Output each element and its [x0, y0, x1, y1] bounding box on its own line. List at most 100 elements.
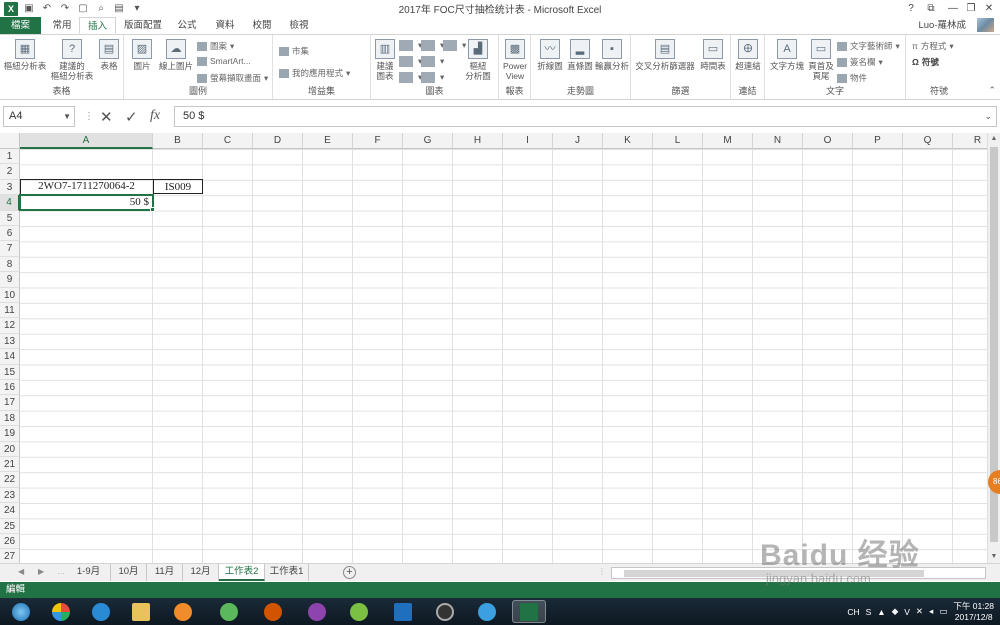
- store-button[interactable]: 市集: [279, 45, 309, 57]
- pivot-table-button[interactable]: ▦ 樞紐分析表: [3, 39, 47, 71]
- column-header-p[interactable]: P: [853, 133, 903, 149]
- tray-v-icon[interactable]: V: [904, 607, 910, 617]
- column-header-j[interactable]: J: [553, 133, 603, 149]
- new-sheet-button[interactable]: +: [343, 566, 356, 579]
- start-button[interactable]: [4, 600, 38, 623]
- redo-icon[interactable]: ↷: [58, 2, 72, 16]
- taskbar-ie[interactable]: [84, 600, 118, 623]
- row-header-23[interactable]: 23: [0, 487, 20, 504]
- taskbar-media-player[interactable]: [166, 600, 200, 623]
- shapes-button[interactable]: 圖案 ▾: [197, 40, 234, 52]
- sheet-tab-5[interactable]: 工作表2: [219, 564, 265, 581]
- taskbar-purple-app[interactable]: [300, 600, 334, 623]
- expand-formula-bar-icon[interactable]: ⌄: [984, 107, 992, 126]
- column-header-n[interactable]: N: [753, 133, 803, 149]
- timeline-button[interactable]: ▭ 時間表: [699, 39, 727, 71]
- row-header-19[interactable]: 19: [0, 426, 20, 442]
- row-header-2[interactable]: 2: [0, 164, 20, 180]
- equation-button[interactable]: π 方程式 ▾: [912, 40, 954, 52]
- sheet-next-icon[interactable]: ▶: [38, 567, 44, 576]
- row-header-11[interactable]: 11: [0, 303, 20, 319]
- row-header-12[interactable]: 12: [0, 318, 20, 334]
- column-header-e[interactable]: E: [303, 133, 353, 149]
- fill-handle[interactable]: [150, 207, 155, 212]
- taskbar-explorer[interactable]: [124, 600, 158, 623]
- column-header-b[interactable]: B: [153, 133, 203, 149]
- tray-expand-icon[interactable]: ▲: [877, 607, 885, 617]
- cells-area[interactable]: [20, 149, 987, 563]
- row-header-13[interactable]: 13: [0, 333, 20, 350]
- volume-icon[interactable]: ◂: [929, 606, 933, 617]
- column-header-i[interactable]: I: [503, 133, 553, 149]
- column-header-q[interactable]: Q: [903, 133, 953, 149]
- action-center-icon[interactable]: ▭: [939, 606, 947, 617]
- name-box[interactable]: A4 ▼: [3, 106, 75, 127]
- quick-access-preview-icon[interactable]: ⌕: [94, 2, 108, 16]
- column-header-d[interactable]: D: [253, 133, 303, 149]
- row-header-21[interactable]: 21: [0, 457, 20, 473]
- row-header-4[interactable]: 4: [0, 195, 20, 211]
- cancel-icon[interactable]: ✕: [100, 108, 113, 126]
- tray-app-icon[interactable]: ◆: [892, 606, 899, 617]
- row-header-18[interactable]: 18: [0, 410, 20, 427]
- column-chart-button[interactable]: ▾: [399, 40, 422, 51]
- close-button[interactable]: ✕: [978, 0, 1000, 17]
- help-button[interactable]: ?: [900, 0, 922, 17]
- row-header-5[interactable]: 5: [0, 210, 20, 226]
- taskbar-foxmail[interactable]: [256, 600, 290, 623]
- my-apps-button[interactable]: 我的應用程式 ▾: [279, 67, 350, 79]
- symbol-button[interactable]: Ω 符號: [912, 56, 939, 68]
- row-header-25[interactable]: 25: [0, 518, 20, 534]
- bar-chart-button[interactable]: ▾: [421, 40, 444, 51]
- collapse-ribbon-icon[interactable]: ⌃: [988, 85, 996, 96]
- taskbar-outlook[interactable]: [386, 600, 420, 623]
- pivot-chart-button[interactable]: ▟ 樞紐 分析圖: [463, 39, 493, 81]
- sheet-prev-icon[interactable]: ◀: [18, 567, 24, 576]
- sheet-tab-2[interactable]: 10月: [111, 564, 147, 581]
- row-header-3[interactable]: 3: [0, 179, 20, 196]
- row-header-9[interactable]: 9: [0, 272, 20, 288]
- signature-line-button[interactable]: 簽名欄 ▾: [837, 56, 883, 68]
- taskbar-excel[interactable]: [512, 600, 546, 623]
- sparkline-column-button[interactable]: ▂ 直條圖: [566, 39, 594, 71]
- screenshot-button[interactable]: 螢幕擷取畫面 ▾: [197, 72, 268, 84]
- sheet-tab-6[interactable]: 工作表1: [265, 564, 309, 581]
- name-box-dropdown-icon[interactable]: ▼: [63, 107, 71, 126]
- clock[interactable]: 下午 01:28 2017/12/8: [953, 601, 994, 623]
- taskbar-dark-app[interactable]: [428, 600, 462, 623]
- user-name[interactable]: Luo-羅林成: [918, 17, 966, 34]
- column-header-k[interactable]: K: [603, 133, 653, 149]
- row-header-17[interactable]: 17: [0, 395, 20, 411]
- cell-a3[interactable]: 2WO7-1711270064-2: [20, 179, 153, 194]
- row-header-27[interactable]: 27: [0, 549, 20, 563]
- recommended-charts-button[interactable]: ▥ 建議 圖表: [374, 39, 396, 81]
- row-header-15[interactable]: 15: [0, 364, 20, 380]
- smartart-button[interactable]: SmartArt...: [197, 56, 251, 66]
- insert-function-icon[interactable]: fx: [150, 108, 160, 124]
- user-avatar[interactable]: [977, 18, 994, 32]
- tab-file[interactable]: 檔案: [0, 17, 41, 34]
- sheet-tab-3[interactable]: 11月: [147, 564, 183, 581]
- row-header-1[interactable]: 1: [0, 149, 20, 165]
- row-header-14[interactable]: 14: [0, 349, 20, 365]
- hyperlink-button[interactable]: 🜨 超連結: [734, 39, 762, 71]
- select-all-corner[interactable]: [0, 133, 20, 149]
- power-view-button[interactable]: ▩ Power View: [502, 39, 528, 81]
- tab-page-layout[interactable]: 版面配置: [121, 17, 165, 34]
- column-header-l[interactable]: L: [653, 133, 703, 149]
- slicer-button[interactable]: ▤ 交叉分析篩選器: [635, 39, 695, 71]
- row-header-20[interactable]: 20: [0, 441, 20, 457]
- taskbar-wechat[interactable]: [342, 600, 376, 623]
- ime-indicator[interactable]: CH: [847, 607, 859, 617]
- table-button[interactable]: ▤ 表格: [96, 39, 122, 71]
- column-header-f[interactable]: F: [353, 133, 403, 149]
- online-pictures-button[interactable]: ☁ 線上圖片: [157, 39, 195, 71]
- column-header-c[interactable]: C: [203, 133, 253, 149]
- row-header-10[interactable]: 10: [0, 287, 20, 303]
- tray-s-icon[interactable]: S: [866, 607, 872, 617]
- save-icon[interactable]: ▣: [22, 2, 36, 16]
- quick-access-print-icon[interactable]: ▤: [112, 2, 126, 16]
- pie-chart-button[interactable]: ▾: [399, 72, 422, 83]
- enter-icon[interactable]: ✓: [125, 108, 138, 126]
- undo-icon[interactable]: ↶: [40, 2, 54, 16]
